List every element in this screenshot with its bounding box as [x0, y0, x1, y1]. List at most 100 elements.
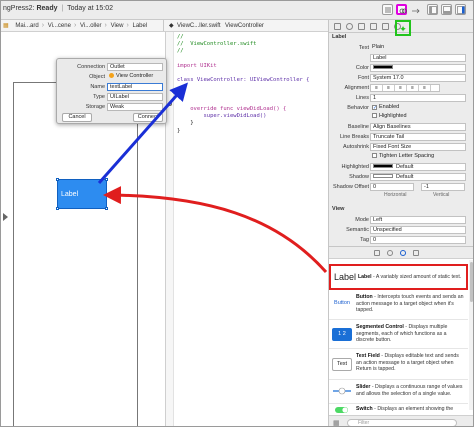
- navigator-toggle[interactable]: [427, 4, 438, 15]
- library-item-switch[interactable]: Switch - Displays an element showing the: [329, 405, 468, 415]
- library-item-label[interactable]: Label Label - A variably sized amount of…: [329, 264, 468, 290]
- resize-handle[interactable]: [56, 207, 59, 210]
- enabled-checkbox[interactable]: ✓ Enabled: [370, 104, 466, 112]
- code-snippet-icon[interactable]: [387, 250, 393, 256]
- highlighted-color-well[interactable]: Default: [370, 163, 466, 171]
- connect-button[interactable]: Connect: [133, 113, 163, 122]
- lines-field[interactable]: 1: [370, 94, 466, 102]
- align-center-icon[interactable]: ≡: [383, 85, 395, 91]
- tag-row: Tag 0: [329, 236, 473, 245]
- library-scrollbar[interactable]: [469, 260, 473, 410]
- filter-input[interactable]: Filter: [347, 419, 457, 426]
- resize-handle[interactable]: [105, 207, 108, 210]
- crumb-view[interactable]: View: [109, 20, 127, 31]
- highlighted-checkbox[interactable]: Highlighted: [370, 113, 466, 121]
- slider-icon: [332, 386, 352, 399]
- library-item-desc: - A variably sized amount of static text…: [373, 274, 462, 280]
- selected-label[interactable]: Label: [56, 178, 108, 210]
- bottom-panel-icon: [443, 6, 451, 14]
- assistant-editor-button[interactable]: [396, 4, 407, 15]
- crumb-storyboard[interactable]: Mai...ard: [13, 20, 41, 31]
- crumb-scene[interactable]: Vi...cene: [46, 20, 74, 31]
- identity-inspector-icon[interactable]: [358, 23, 365, 30]
- autoshrink-select[interactable]: Fixed Font Size: [370, 143, 466, 151]
- text-type-select[interactable]: Plain: [370, 44, 466, 52]
- outlet-connection-dot[interactable]: [168, 102, 172, 106]
- size-inspector-icon[interactable]: [382, 23, 389, 30]
- media-library-icon[interactable]: [413, 250, 419, 256]
- line-breaks-row: Line Breaks Truncate Tail: [329, 133, 473, 142]
- file-template-icon[interactable]: [374, 250, 380, 256]
- crumb-label[interactable]: Label: [130, 20, 150, 31]
- type-combo[interactable]: UILabel: [107, 93, 163, 101]
- behavior-row: Behavior ✓ Enabled: [329, 104, 473, 113]
- storage-select[interactable]: Weak: [107, 103, 163, 111]
- mode-row: Mode Left: [329, 216, 473, 225]
- align-natural-icon[interactable]: ≡: [419, 85, 431, 91]
- tag-field[interactable]: 0: [370, 236, 466, 244]
- mode-select[interactable]: Left: [370, 216, 466, 224]
- shadow-offset-label: Shadow Offset: [333, 184, 369, 190]
- shadow-label: Shadow: [349, 174, 369, 180]
- align-justify-icon[interactable]: ≡: [407, 85, 419, 91]
- library-item-text: Button - Intercepts touch events and sen…: [356, 294, 464, 314]
- font-row: Font System 17.0: [329, 74, 473, 83]
- library-item-title: Slider: [356, 384, 371, 390]
- label-icon: Label: [334, 271, 357, 284]
- align-left-icon[interactable]: ≡: [371, 85, 383, 91]
- font-field[interactable]: System 17.0: [370, 74, 466, 82]
- cancel-button[interactable]: Cancel: [62, 113, 92, 122]
- grid-view-icon[interactable]: ▦: [333, 419, 340, 426]
- checkbox-icon: [372, 153, 377, 158]
- text-content-field[interactable]: Label: [370, 54, 466, 62]
- crumb-class[interactable]: ViewController: [223, 20, 267, 31]
- standard-editor-button[interactable]: [382, 4, 393, 15]
- crumb-file[interactable]: ViewC...ller.swift: [175, 20, 224, 31]
- baseline-select[interactable]: Align Baselines: [370, 123, 466, 131]
- library-item-slider[interactable]: Slider - Displays a continuous range of …: [329, 382, 468, 404]
- library-item-text-field[interactable]: Text Text Field - Displays editable text…: [329, 351, 468, 380]
- shadow-offset-v-field[interactable]: -1: [421, 183, 465, 191]
- debug-toggle[interactable]: [441, 4, 452, 15]
- code-line: }: [177, 120, 194, 127]
- attributes-inspector-icon[interactable]: [370, 23, 377, 30]
- code-text[interactable]: // // ViewController.swift // import UIK…: [177, 34, 309, 135]
- utilities-toggle[interactable]: [455, 4, 466, 15]
- line-breaks-select[interactable]: Truncate Tail: [370, 133, 466, 141]
- view-controller-scene[interactable]: [13, 82, 138, 426]
- autoshrink-row: Autoshrink Fixed Font Size: [329, 143, 473, 152]
- line-breaks-label: Line Breaks: [339, 134, 369, 140]
- connection-select[interactable]: Outlet: [107, 63, 163, 71]
- crumb-controller[interactable]: Vi...oller: [78, 20, 105, 31]
- alignment-segmented[interactable]: ≡ ≡ ≡ ≡ ≡: [370, 84, 440, 92]
- button-icon: Button: [332, 298, 352, 311]
- shadow-offset-h-field[interactable]: 0: [370, 183, 414, 191]
- type-label: Type: [93, 94, 105, 100]
- object-library-icon[interactable]: [400, 250, 406, 256]
- code-line: //: [177, 34, 184, 40]
- library-item-button[interactable]: Button Button - Intercepts touch events …: [329, 292, 468, 320]
- project-name: ngPress2:: [3, 5, 35, 12]
- editor-divider: [163, 20, 164, 31]
- shadow-color-well[interactable]: Default: [370, 173, 466, 181]
- outlet-name-field[interactable]: textLabel: [107, 83, 163, 91]
- semantic-select[interactable]: Unspecified: [370, 226, 466, 234]
- color-well[interactable]: [370, 64, 466, 72]
- alignment-row: Alignment ≡ ≡ ≡ ≡ ≡: [329, 84, 473, 93]
- library-item-segmented-control[interactable]: 1 2 Segmented Control - Displays multipl…: [329, 322, 468, 349]
- align-right-icon[interactable]: ≡: [395, 85, 407, 91]
- scroll-thumb[interactable]: [470, 262, 473, 302]
- code-editor[interactable]: // // ViewController.swift // import UIK…: [166, 32, 328, 426]
- autoshrink-label: Autoshrink: [343, 144, 369, 150]
- tighten-checkbox[interactable]: Tighten Letter Spacing: [370, 153, 466, 161]
- resize-handle[interactable]: [56, 178, 59, 181]
- section-title-view: View: [332, 206, 345, 212]
- highlighted-color-text: Default: [396, 164, 414, 170]
- file-inspector-icon[interactable]: [334, 23, 341, 30]
- connections-inspector-icon[interactable]: [394, 23, 401, 30]
- help-inspector-icon[interactable]: [346, 23, 353, 30]
- library-item-text: Switch - Displays an element showing the: [356, 406, 464, 413]
- version-editor-button[interactable]: [410, 4, 421, 15]
- tighten-row: Tighten Letter Spacing: [329, 153, 473, 162]
- resize-handle[interactable]: [105, 178, 108, 181]
